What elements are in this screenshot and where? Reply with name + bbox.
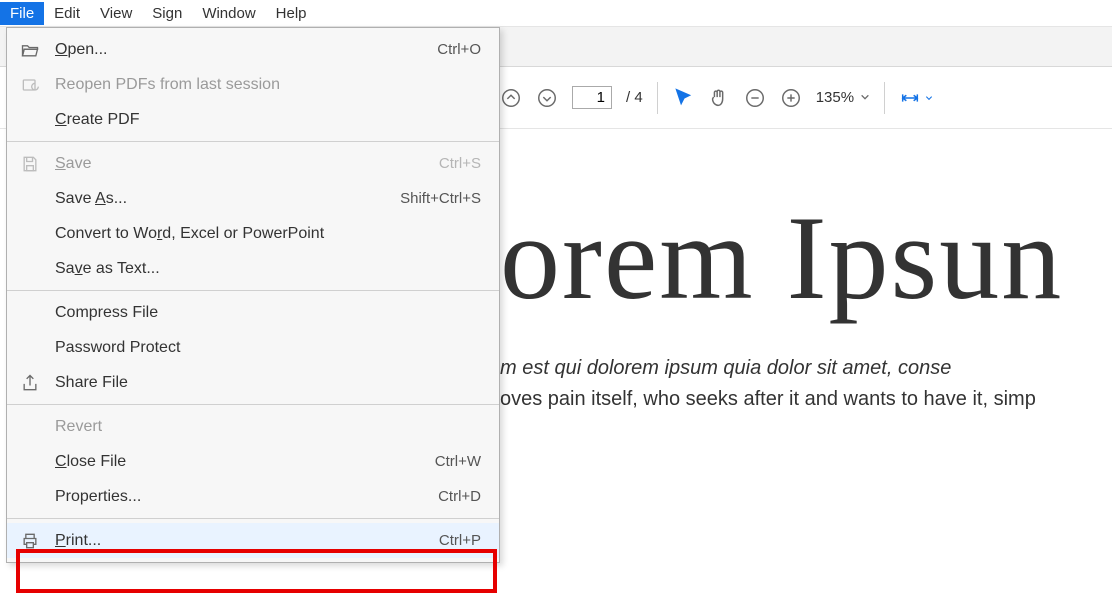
menu-item-label: Open...	[55, 41, 437, 59]
menu-item-share[interactable]: Share File	[7, 365, 499, 400]
menu-separator	[7, 404, 499, 405]
menu-item-properties[interactable]: Properties... Ctrl+D	[7, 479, 499, 514]
menu-item-label: Properties...	[55, 488, 438, 506]
hand-tool-icon[interactable]	[708, 87, 730, 109]
menu-view[interactable]: View	[90, 2, 142, 25]
document-title: orem Ipsun	[500, 189, 1112, 327]
page-up-icon[interactable]	[500, 87, 522, 109]
menu-item-label: Reopen PDFs from last session	[55, 76, 481, 94]
page-down-icon[interactable]	[536, 87, 558, 109]
menu-item-password[interactable]: Password Protect	[7, 330, 499, 365]
menu-item-label: Convert to Word, Excel or PowerPoint	[55, 225, 481, 243]
menu-item-compress[interactable]: Compress File	[7, 295, 499, 330]
menu-file[interactable]: File	[0, 2, 44, 25]
menu-item-label: Revert	[55, 418, 481, 436]
chevron-down-icon	[860, 89, 870, 106]
separator	[884, 82, 885, 114]
menu-item-shortcut: Ctrl+W	[435, 453, 481, 470]
reopen-icon	[17, 75, 43, 95]
menu-item-shortcut: Ctrl+P	[439, 532, 481, 549]
menu-item-create-pdf[interactable]: Create PDF	[7, 102, 499, 137]
menu-sign[interactable]: Sign	[142, 2, 192, 25]
menu-edit[interactable]: Edit	[44, 2, 90, 25]
menu-item-label: Close File	[55, 453, 435, 471]
share-icon	[17, 373, 43, 393]
menu-item-label: Password Protect	[55, 339, 481, 357]
menu-item-revert: Revert	[7, 409, 499, 444]
menu-item-label: Save	[55, 155, 439, 173]
menu-item-save-as[interactable]: Save As... Shift+Ctrl+S	[7, 181, 499, 216]
menu-item-shortcut: Ctrl+O	[437, 41, 481, 58]
page-number-input[interactable]	[572, 86, 612, 109]
menubar: File Edit View Sign Window Help	[0, 0, 1112, 27]
folder-open-icon	[17, 40, 43, 60]
menu-item-shortcut: Shift+Ctrl+S	[400, 190, 481, 207]
save-icon	[17, 154, 43, 174]
document-content: orem Ipsun m est qui dolorem ipsum quia …	[500, 129, 1112, 601]
menu-item-label: Print...	[55, 532, 439, 550]
fit-width-icon[interactable]	[899, 87, 921, 109]
menu-separator	[7, 141, 499, 142]
menu-item-shortcut: Ctrl+S	[439, 155, 481, 172]
menu-separator	[7, 518, 499, 519]
menu-item-convert[interactable]: Convert to Word, Excel or PowerPoint	[7, 216, 499, 251]
menu-help[interactable]: Help	[266, 2, 317, 25]
document-line-2: oves pain itself, who seeks after it and…	[500, 388, 1112, 411]
zoom-in-icon[interactable]	[780, 87, 802, 109]
zoom-value: 135%	[816, 89, 854, 106]
menu-item-print[interactable]: Print... Ctrl+P	[7, 523, 499, 558]
menu-item-open[interactable]: Open... Ctrl+O	[7, 32, 499, 67]
menu-item-label: Save As...	[55, 190, 400, 208]
document-line-1: m est qui dolorem ipsum quia dolor sit a…	[500, 357, 1112, 380]
menu-item-label: Compress File	[55, 304, 481, 322]
menu-item-label: Share File	[55, 374, 481, 392]
print-icon	[17, 531, 43, 551]
zoom-out-icon[interactable]	[744, 87, 766, 109]
menu-item-close[interactable]: Close File Ctrl+W	[7, 444, 499, 479]
menu-separator	[7, 290, 499, 291]
menu-window[interactable]: Window	[192, 2, 265, 25]
chevron-down-icon[interactable]	[925, 89, 933, 106]
separator	[657, 82, 658, 114]
menu-item-label: Save as Text...	[55, 260, 481, 278]
menu-item-reopen: Reopen PDFs from last session	[7, 67, 499, 102]
menu-item-shortcut: Ctrl+D	[438, 488, 481, 505]
file-dropdown: Open... Ctrl+O Reopen PDFs from last ses…	[6, 27, 500, 563]
page-total: / 4	[626, 89, 643, 106]
menu-item-save-text[interactable]: Save as Text...	[7, 251, 499, 286]
zoom-select[interactable]: 135%	[816, 89, 870, 106]
selection-tool-icon[interactable]	[672, 87, 694, 109]
menu-item-save: Save Ctrl+S	[7, 146, 499, 181]
menu-item-label: Create PDF	[55, 111, 481, 129]
